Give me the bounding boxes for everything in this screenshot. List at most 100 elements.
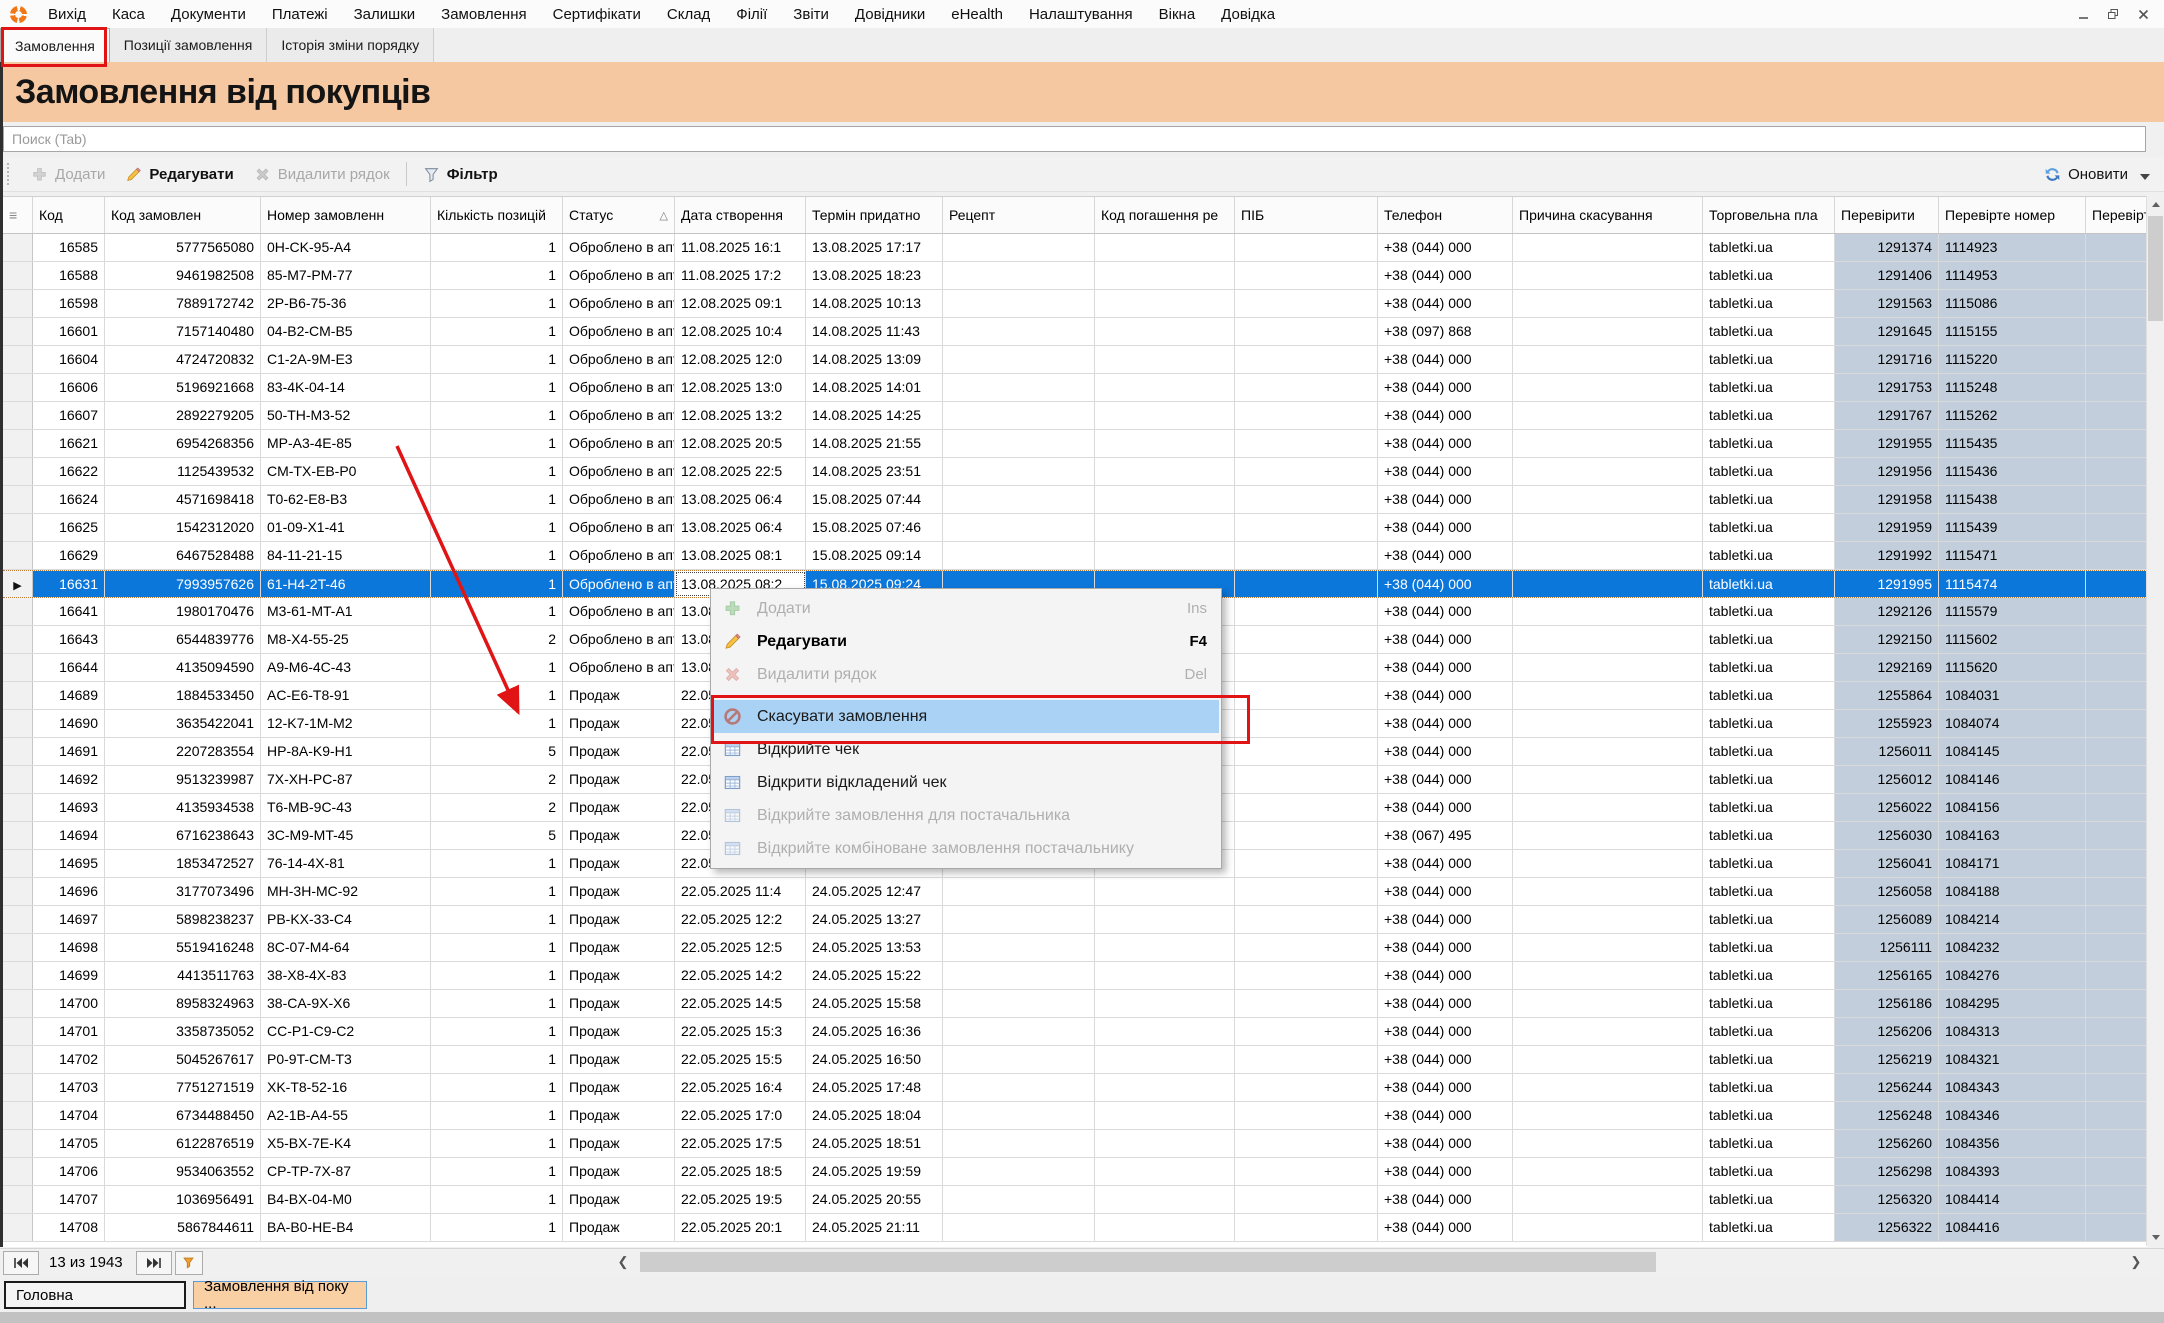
table-row[interactable]: 16601715714048004-B2-CM-B51Оброблено в а… <box>3 318 2147 346</box>
row-selector[interactable] <box>3 402 33 429</box>
row-selector[interactable] <box>3 1046 33 1073</box>
column-header-full_name[interactable]: ПІБ <box>1235 197 1378 233</box>
menu-item[interactable]: Вікна <box>1146 6 1209 23</box>
edit-button[interactable]: Редагувати <box>115 160 243 188</box>
table-row[interactable]: 166221125439532CM-TX-EB-P01Оброблено в а… <box>3 458 2147 486</box>
horizontal-scrollbar-thumb[interactable] <box>640 1252 1656 1272</box>
row-selector[interactable] <box>3 458 33 485</box>
vertical-scrollbar-thumb[interactable] <box>2148 216 2163 321</box>
menu-item[interactable]: Сертифікати <box>540 6 654 23</box>
row-selector[interactable] <box>3 290 33 317</box>
table-row[interactable]: 147013358735052CC-P1-C9-C21Продаж22.05.2… <box>3 1018 2147 1046</box>
context-menu-item[interactable]: Відкрити відкладений чек <box>713 766 1219 799</box>
column-header-created[interactable]: Дата створення <box>675 197 806 233</box>
table-row[interactable]: 1469855194162488C-07-M4-641Продаж22.05.2… <box>3 934 2147 962</box>
row-selector[interactable] <box>3 1074 33 1101</box>
scroll-down-icon[interactable] <box>2147 1229 2164 1246</box>
column-header-platform[interactable]: Торговельна пла <box>1703 197 1835 233</box>
vertical-scrollbar[interactable] <box>2146 196 2164 1246</box>
column-header-status[interactable]: Статус△ <box>563 197 675 233</box>
scroll-right-icon[interactable]: ❯ <box>2126 1252 2146 1272</box>
row-selector[interactable] <box>3 822 33 849</box>
column-header-verify_number[interactable]: Перевірте номер <box>1939 197 2086 233</box>
scroll-up-icon[interactable] <box>2147 196 2164 213</box>
row-selector[interactable] <box>3 1214 33 1241</box>
column-header-qty[interactable]: Кількість позицій <box>431 197 563 233</box>
row-selector[interactable] <box>3 738 33 765</box>
row-selector[interactable] <box>3 1130 33 1157</box>
menu-item[interactable]: Документи <box>158 6 259 23</box>
taskbar-button[interactable]: Головна <box>4 1281 186 1309</box>
table-row[interactable]: 1658557775650800H-CK-95-A41Оброблено в а… <box>3 234 2147 262</box>
context-menu-item[interactable]: Скасувати замовлення <box>713 700 1219 733</box>
row-selector[interactable] <box>3 1102 33 1129</box>
row-selector[interactable] <box>3 906 33 933</box>
context-menu-item[interactable]: РедагуватиF4 <box>713 625 1219 658</box>
column-header-code[interactable]: Код <box>33 197 105 233</box>
row-selector[interactable] <box>3 262 33 289</box>
row-selector[interactable] <box>3 1018 33 1045</box>
row-selector[interactable] <box>3 374 33 401</box>
table-row[interactable]: 16607289227920550-TH-M3-521Оброблено в а… <box>3 402 2147 430</box>
column-header-reason[interactable]: Причина скасування <box>1513 197 1703 233</box>
menu-item[interactable]: Склад <box>654 6 723 23</box>
column-header-order_number[interactable]: Номер замовленн <box>261 197 431 233</box>
toolbar-customize-button[interactable] <box>2140 174 2150 180</box>
menu-item[interactable]: Звіти <box>780 6 842 23</box>
last-record-button[interactable] <box>136 1251 172 1275</box>
row-selector[interactable] <box>3 710 33 737</box>
menu-item[interactable]: Вихід <box>35 6 99 23</box>
menu-item[interactable]: Філії <box>723 6 780 23</box>
menu-item[interactable]: Залишки <box>341 6 429 23</box>
table-row[interactable]: 166044724720832C1-2A-9M-E31Оброблено в а… <box>3 346 2147 374</box>
minimize-button[interactable] <box>2068 2 2098 26</box>
scroll-left-icon[interactable]: ❮ <box>613 1252 633 1272</box>
first-record-button[interactable] <box>3 1251 39 1275</box>
menu-item[interactable]: Довідники <box>842 6 938 23</box>
table-row[interactable]: 16629646752848884-11-21-151Оброблено в а… <box>3 542 2147 570</box>
row-selector[interactable] <box>3 794 33 821</box>
row-selector[interactable] <box>3 598 33 625</box>
toolbar-grip[interactable] <box>7 163 17 185</box>
table-row[interactable]: 147056122876519X5-BX-7E-K41Продаж22.05.2… <box>3 1130 2147 1158</box>
menu-item[interactable]: Замовлення <box>428 6 539 23</box>
table-row[interactable]: 16625154231202001-09-X1-411Оброблено в а… <box>3 514 2147 542</box>
row-selector[interactable] <box>3 318 33 345</box>
row-selector[interactable] <box>3 850 33 877</box>
table-row[interactable]: 147085867844611BA-B0-HE-B41Продаж22.05.2… <box>3 1214 2147 1242</box>
tab[interactable]: Замовлення <box>0 28 110 62</box>
column-header-phone[interactable]: Телефон <box>1378 197 1513 233</box>
menu-item[interactable]: Каса <box>99 6 158 23</box>
row-selector[interactable] <box>3 234 33 261</box>
table-row[interactable]: 14699441351176338-X8-4X-831Продаж22.05.2… <box>3 962 2147 990</box>
menu-item[interactable]: Довідка <box>1208 6 1288 23</box>
column-header-sel[interactable]: ≡ <box>3 197 33 233</box>
menu-item[interactable]: eHealth <box>938 6 1016 23</box>
context-menu-item[interactable]: Відкрийте чек <box>713 733 1219 766</box>
table-row[interactable]: 16606519692166883-4K-04-141Оброблено в а… <box>3 374 2147 402</box>
column-header-redeem[interactable]: Код погашення ре <box>1095 197 1235 233</box>
row-selector[interactable] <box>3 542 33 569</box>
table-row[interactable]: 147037751271519XK-T8-52-161Продаж22.05.2… <box>3 1074 2147 1102</box>
taskbar-button[interactable]: Замовлення від поку ... <box>193 1281 367 1309</box>
row-selector[interactable] <box>3 878 33 905</box>
row-selector[interactable] <box>3 626 33 653</box>
row-selector[interactable] <box>3 486 33 513</box>
row-selector[interactable] <box>3 1186 33 1213</box>
table-row[interactable]: 147025045267617P0-9T-CM-T31Продаж22.05.2… <box>3 1046 2147 1074</box>
menu-item[interactable]: Платежі <box>259 6 341 23</box>
tab[interactable]: Позиції замовлення <box>110 28 268 62</box>
table-row[interactable]: 147046734488450A2-1B-A4-551Продаж22.05.2… <box>3 1102 2147 1130</box>
row-selector[interactable] <box>3 682 33 709</box>
column-header-recipe[interactable]: Рецепт <box>943 197 1095 233</box>
search-input[interactable] <box>3 126 2146 152</box>
delete-row-button[interactable]: Видалити рядок <box>244 160 400 188</box>
column-header-expires[interactable]: Термін придатно <box>806 197 943 233</box>
tab[interactable]: Історія зміни порядку <box>267 28 434 62</box>
close-button[interactable] <box>2128 2 2158 26</box>
row-selector[interactable] <box>3 990 33 1017</box>
column-header-order_code[interactable]: Код замовлен <box>105 197 261 233</box>
table-row[interactable]: 146963177073496MH-3H-MC-921Продаж22.05.2… <box>3 878 2147 906</box>
menu-item[interactable]: Налаштування <box>1016 6 1146 23</box>
row-selector[interactable] <box>3 346 33 373</box>
